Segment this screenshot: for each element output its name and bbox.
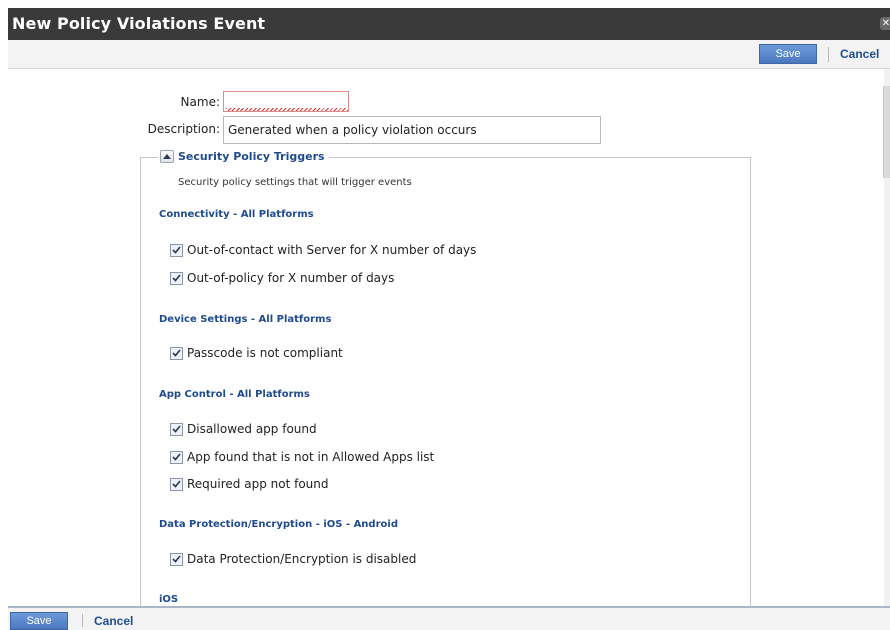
checkbox[interactable]: [170, 477, 183, 491]
checkbox-label: Out-of-policy for X number of days: [187, 271, 395, 285]
section-header-device-settings: Device Settings - All Platforms: [159, 314, 332, 325]
section-header-ios: iOS: [159, 594, 179, 605]
section-header-connectivity: Connectivity - All Platforms: [159, 209, 314, 220]
checkbox-label: Data Protection/Encryption is disabled: [187, 552, 417, 566]
checkbox[interactable]: [170, 552, 183, 566]
save-button-bottom[interactable]: Save: [10, 612, 68, 630]
save-button-top[interactable]: Save: [759, 44, 817, 64]
collapse-button[interactable]: [160, 150, 174, 163]
close-icon[interactable]: ✕: [880, 17, 890, 30]
security-policy-triggers-fieldset: [140, 157, 751, 607]
checkbox-not-in-allowed-list[interactable]: App found that is not in Allowed Apps li…: [170, 450, 434, 464]
checkbox-passcode[interactable]: Passcode is not compliant: [170, 346, 343, 360]
toolbar-separator: [828, 47, 829, 62]
cancel-button-bottom[interactable]: Cancel: [94, 614, 133, 628]
section-header-app-control: App Control - All Platforms: [159, 389, 310, 400]
checkbox[interactable]: [170, 450, 183, 464]
checkmark-icon: [172, 425, 181, 433]
fieldset-legend: Security Policy Triggers: [158, 150, 329, 163]
checkbox-label: Out-of-contact with Server for X number …: [187, 243, 477, 257]
checkbox-out-of-policy[interactable]: Out-of-policy for X number of days: [170, 271, 394, 285]
checkbox[interactable]: [170, 346, 183, 360]
checkbox-label: App found that is not in Allowed Apps li…: [187, 450, 435, 464]
checkmark-icon: [172, 453, 181, 461]
checkbox-label: Required app not found: [187, 477, 329, 491]
scrollbar-thumb[interactable]: [883, 86, 890, 178]
checkbox-encryption-disabled[interactable]: Data Protection/Encryption is disabled: [170, 552, 416, 566]
checkmark-icon: [172, 480, 181, 488]
top-toolbar: [8, 40, 890, 69]
spellcheck-underline: [226, 108, 348, 111]
checkbox-disallowed-app[interactable]: Disallowed app found: [170, 422, 317, 436]
checkbox[interactable]: [170, 271, 183, 285]
checkmark-icon: [172, 246, 181, 254]
description-input[interactable]: [223, 116, 601, 144]
bottom-toolbar: [8, 606, 890, 630]
checkmark-icon: [172, 274, 181, 282]
dialog-title-bar: New Policy Violations Event ✕: [8, 8, 890, 40]
checkbox[interactable]: [170, 422, 183, 436]
cancel-button-top[interactable]: Cancel: [840, 47, 879, 61]
description-label: Description:: [147, 122, 220, 136]
toolbar-separator: [82, 614, 83, 627]
fieldset-legend-label: Security Policy Triggers: [178, 150, 325, 163]
name-label: Name:: [180, 95, 220, 109]
checkmark-icon: [172, 555, 181, 563]
checkmark-icon: [172, 349, 181, 357]
dialog-title: New Policy Violations Event: [12, 14, 266, 33]
checkbox-out-of-contact[interactable]: Out-of-contact with Server for X number …: [170, 243, 476, 257]
fieldset-description: Security policy settings that will trigg…: [178, 177, 412, 188]
section-header-data-protection: Data Protection/Encryption - iOS - Andro…: [159, 519, 398, 530]
checkbox[interactable]: [170, 243, 183, 257]
checkbox-required-app[interactable]: Required app not found: [170, 477, 329, 491]
checkbox-label: Disallowed app found: [187, 422, 317, 436]
chevron-up-icon: [163, 154, 171, 159]
checkbox-label: Passcode is not compliant: [187, 346, 343, 360]
